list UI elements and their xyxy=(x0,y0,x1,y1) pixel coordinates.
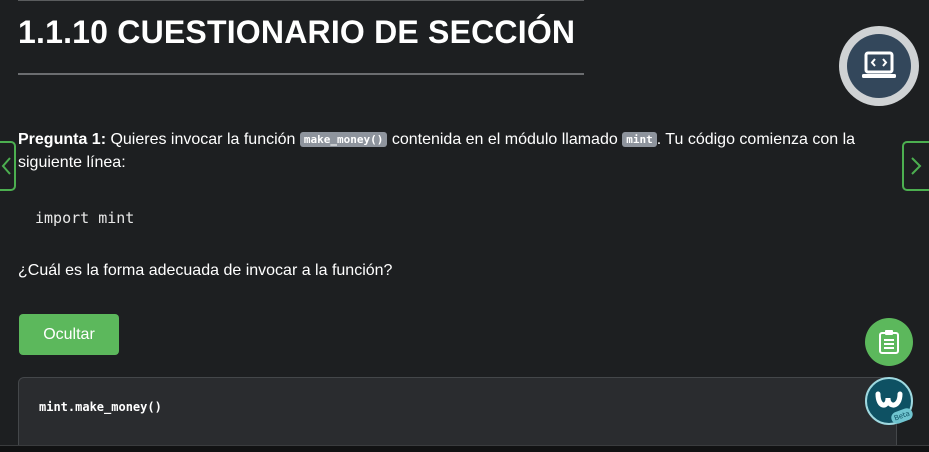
top-divider xyxy=(18,0,584,1)
question-label: Pregunta 1: xyxy=(18,131,107,148)
question-text-part2: contenida en el módulo llamado xyxy=(387,131,623,148)
bottom-bar xyxy=(0,445,929,452)
laptop-code-icon xyxy=(862,51,896,78)
chevron-left-icon xyxy=(1,157,11,175)
previous-page-button[interactable] xyxy=(0,141,16,191)
chevron-right-icon xyxy=(911,157,922,175)
code-view-button[interactable] xyxy=(839,26,919,106)
inline-code-function: make_money() xyxy=(299,132,388,147)
answer-code: mint.make_money() xyxy=(39,400,162,414)
question-text: Pregunta 1: Quieres invocar la función m… xyxy=(18,128,898,174)
hide-answer-button[interactable]: Ocultar xyxy=(19,314,119,355)
code-snippet: import mint xyxy=(35,209,135,227)
next-page-button[interactable] xyxy=(902,141,929,191)
page-title: 1.1.10 CUESTIONARIO DE SECCIÓN xyxy=(18,14,576,50)
notes-button[interactable] xyxy=(865,318,913,366)
title-divider xyxy=(18,73,584,75)
answer-box: mint.make_money() xyxy=(18,377,897,452)
assistant-button[interactable]: Beta xyxy=(865,377,915,426)
assistant-logo-icon xyxy=(875,391,903,408)
question-prompt: ¿Cuál es la forma adecuada de invocar a … xyxy=(18,262,393,279)
question-text-part1: Quieres invocar la función xyxy=(106,131,300,148)
inline-code-module: mint xyxy=(622,132,657,147)
clipboard-icon xyxy=(879,330,899,354)
code-view-button-inner xyxy=(847,34,911,98)
